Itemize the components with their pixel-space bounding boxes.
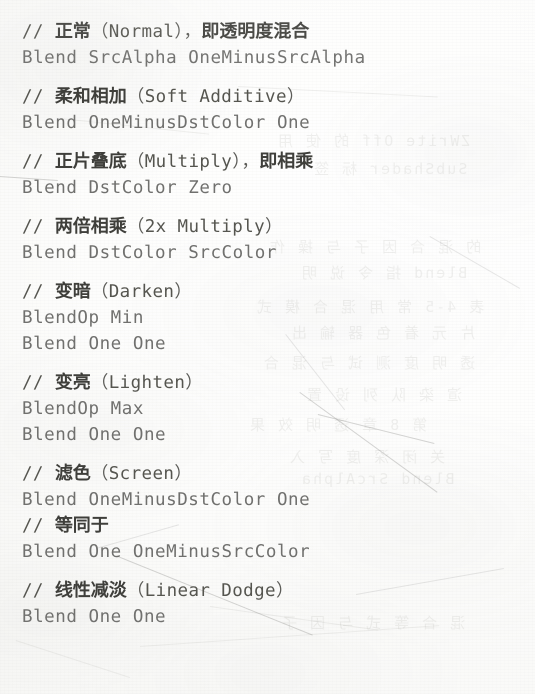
cjk-punctuation: ） bbox=[174, 282, 193, 302]
cjk-punctuation: （ bbox=[90, 373, 109, 393]
cjk-text: 即透明度混合 bbox=[201, 21, 310, 42]
latin-code-text: Blend DstColor Zero bbox=[22, 178, 233, 198]
code-statement-line: BlendOp Max bbox=[22, 399, 144, 419]
cjk-punctuation: ） bbox=[286, 87, 305, 107]
latin-code-text: 2x Multiply bbox=[144, 217, 266, 237]
cjk-text: 等同于 bbox=[54, 515, 109, 536]
code-statement-line: Blend OneMinusDstColor One bbox=[22, 113, 310, 133]
cjk-text: 即相乘 bbox=[259, 151, 314, 172]
cjk-punctuation: （ bbox=[90, 22, 109, 42]
latin-code-text: Multiply bbox=[144, 152, 233, 172]
latin-code-text: Normal bbox=[108, 22, 175, 42]
cjk-punctuation: ） bbox=[265, 217, 283, 237]
code-statement-line: Blend One One bbox=[22, 425, 166, 445]
latin-code-text: Blend One OneMinusSrcColor bbox=[22, 542, 311, 562]
latin-code-text: // bbox=[22, 516, 55, 536]
code-comment-line: // 柔和相加（Soft Additive） bbox=[22, 86, 305, 108]
cjk-text: 变暗 bbox=[54, 281, 91, 302]
latin-code-text: Blend OneMinusDstColor One bbox=[22, 490, 311, 510]
cjk-punctuation: （ bbox=[90, 464, 109, 484]
code-statement-line: Blend DstColor SrcColor bbox=[22, 243, 277, 263]
code-statement-line: Blend OneMinusDstColor One bbox=[22, 490, 310, 510]
scanned-page: 的 混 合 因 子 与 操 作Blend 指 令 说 明表 4-5 常 用 混 … bbox=[0, 0, 535, 694]
code-comment-line: // 两倍相乘（2x Multiply） bbox=[22, 216, 283, 238]
latin-code-text: Blend One One bbox=[22, 334, 167, 354]
code-comment-line: // 变暗（Darken） bbox=[22, 281, 193, 303]
cjk-punctuation: （ bbox=[126, 152, 145, 172]
latin-code-text: BlendOp Min bbox=[22, 308, 144, 328]
latin-code-text: // bbox=[22, 152, 55, 172]
cjk-text: 线性减淡 bbox=[54, 580, 127, 601]
latin-code-text: Blend One One bbox=[22, 607, 167, 627]
code-statement-line: Blend One OneMinusSrcColor bbox=[22, 542, 310, 562]
latin-code-text: Linear Dodge bbox=[144, 581, 276, 601]
cjk-punctuation: ）， bbox=[174, 22, 202, 42]
latin-code-text: Blend OneMinusDstColor One bbox=[22, 113, 311, 133]
latin-code-text: Blend DstColor SrcColor bbox=[22, 243, 277, 263]
latin-code-text: Blend One One bbox=[22, 425, 167, 445]
cjk-punctuation: ） bbox=[174, 464, 193, 484]
latin-code-text: // bbox=[22, 373, 55, 393]
latin-code-text: // bbox=[22, 87, 55, 107]
latin-code-text: Darken bbox=[108, 282, 175, 302]
code-comment-line: // 正片叠底（Multiply），即相乘 bbox=[22, 151, 314, 173]
code-block: // 正常（Normal），即透明度混合 Blend SrcAlpha OneMi… bbox=[0, 0, 535, 694]
cjk-text: 变亮 bbox=[54, 372, 91, 393]
cjk-text: 滤色 bbox=[54, 463, 91, 484]
cjk-text: 正常 bbox=[54, 21, 91, 42]
code-statement-line: Blend One One bbox=[22, 334, 166, 354]
code-statement-line: BlendOp Min bbox=[22, 308, 144, 328]
cjk-punctuation: （ bbox=[126, 217, 145, 237]
cjk-text: 正片叠底 bbox=[54, 151, 127, 172]
code-comment-line: // 滤色（Screen） bbox=[22, 463, 193, 485]
code-comment-line: // 等同于 bbox=[22, 515, 109, 537]
code-statement-line: Blend DstColor Zero bbox=[22, 178, 233, 198]
cjk-punctuation: ） bbox=[185, 373, 204, 393]
latin-code-text: // bbox=[22, 282, 55, 302]
cjk-punctuation: ）， bbox=[232, 152, 260, 172]
cjk-punctuation: （ bbox=[126, 581, 145, 601]
latin-code-text: Lighten bbox=[108, 373, 186, 393]
code-statement-line: Blend One One bbox=[22, 607, 166, 627]
code-comment-line: // 变亮（Lighten） bbox=[22, 372, 204, 394]
cjk-text: 两倍相乘 bbox=[54, 216, 127, 237]
latin-code-text: Screen bbox=[108, 464, 175, 484]
cjk-text: 柔和相加 bbox=[54, 86, 127, 107]
latin-code-text: // bbox=[22, 22, 55, 42]
code-comment-line: // 线性减淡（Linear Dodge） bbox=[22, 580, 294, 602]
latin-code-text: BlendOp Max bbox=[22, 399, 144, 419]
latin-code-text: // bbox=[22, 464, 55, 484]
latin-code-text: Soft Additive bbox=[144, 87, 287, 107]
cjk-punctuation: ） bbox=[275, 581, 294, 601]
code-statement-line: Blend SrcAlpha OneMinusSrcAlpha bbox=[22, 48, 366, 68]
latin-code-text: // bbox=[22, 581, 55, 601]
cjk-punctuation: （ bbox=[126, 87, 145, 107]
code-comment-line: // 正常（Normal），即透明度混合 bbox=[22, 21, 310, 43]
cjk-punctuation: （ bbox=[90, 282, 109, 302]
latin-code-text: Blend SrcAlpha OneMinusSrcAlpha bbox=[22, 48, 366, 68]
latin-code-text: // bbox=[22, 217, 55, 237]
